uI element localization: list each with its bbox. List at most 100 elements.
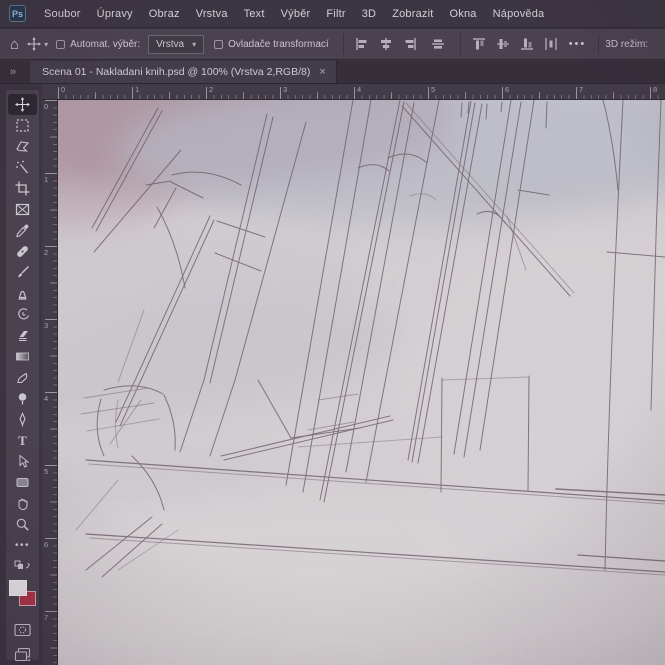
3d-mode-label: 3D režim: <box>605 38 649 50</box>
dodge-tool[interactable] <box>8 388 37 409</box>
smudge-icon <box>17 372 28 384</box>
eyedropper-tool[interactable] <box>8 220 37 241</box>
vertical-ruler[interactable]: 0 1 2 3 4 5 6 7 <box>42 100 58 665</box>
eraser-icon <box>19 331 28 342</box>
marquee-icon <box>16 119 29 132</box>
history-brush-icon <box>18 308 30 320</box>
hand-icon <box>18 498 28 511</box>
auto-select-label: Automat. výběr: <box>70 38 141 50</box>
menu-3d[interactable]: 3D <box>354 8 384 20</box>
type-tool[interactable]: T <box>8 430 37 451</box>
horizontal-ruler[interactable]: 0 1 2 3 4 5 6 7 8 <box>42 84 665 100</box>
photoshop-logo-icon[interactable]: Ps <box>9 5 26 22</box>
distribute-middle-icon[interactable] <box>495 36 511 52</box>
auto-select-checkbox[interactable] <box>56 39 66 49</box>
color-swatches[interactable] <box>8 579 37 613</box>
divider <box>598 34 600 54</box>
history-brush-tool[interactable] <box>8 304 37 325</box>
path-selection-tool[interactable] <box>8 451 37 472</box>
panel-expand-icon[interactable]: » <box>10 66 16 78</box>
screen-mode-button[interactable] <box>8 644 37 665</box>
align-top-icon[interactable] <box>471 36 487 52</box>
move-icon <box>27 37 42 51</box>
pen-icon <box>19 412 26 427</box>
divider <box>459 34 461 54</box>
distribute-horizontal-icon[interactable] <box>543 36 559 52</box>
tools-panel: T ••• <box>0 84 42 665</box>
menu-obraz[interactable]: Obraz <box>141 8 188 20</box>
transform-controls-checkbox[interactable] <box>214 39 224 49</box>
gradient-icon <box>16 352 29 361</box>
menu-filtr[interactable]: Filtr <box>318 8 353 20</box>
menu-zobrazit[interactable]: Zobrazit <box>384 8 441 20</box>
gradient-tool[interactable] <box>8 346 37 367</box>
ruler-number: 1 <box>135 85 140 94</box>
menu-napoveda[interactable]: Nápověda <box>485 8 553 20</box>
swap-colors-icon <box>14 560 30 569</box>
document-tab-bar: » Scena 01 - Nakladani knih.psd @ 100% (… <box>0 61 665 84</box>
current-tool-preset[interactable]: ▾ <box>27 37 48 51</box>
more-align-options-icon[interactable]: ••• <box>569 38 587 50</box>
type-icon: T <box>18 432 27 448</box>
menu-text[interactable]: Text <box>236 8 273 20</box>
swap-colors-button[interactable] <box>8 556 37 577</box>
rectangular-marquee-tool[interactable] <box>8 115 37 136</box>
dodge-icon <box>18 393 27 405</box>
menu-soubor[interactable]: Soubor <box>36 8 89 20</box>
ruler-number: 7 <box>44 613 49 622</box>
auto-select-scope-dropdown[interactable]: Vrstva ▾ <box>148 34 205 54</box>
brush-icon <box>18 266 29 278</box>
canvas-sketch <box>58 100 665 665</box>
ruler-number: 5 <box>44 467 49 476</box>
foreground-color-swatch[interactable] <box>9 580 27 596</box>
shape-tool[interactable] <box>8 472 37 493</box>
menu-okna[interactable]: Okna <box>442 8 485 20</box>
ruler-number: 8 <box>653 85 658 94</box>
move-tool[interactable] <box>8 94 37 115</box>
pen-tool[interactable] <box>8 409 37 430</box>
screen-mode-icon <box>14 647 31 662</box>
ruler-number: 2 <box>44 248 49 257</box>
selection-arrow-icon <box>19 454 30 468</box>
document-canvas[interactable] <box>58 100 665 665</box>
clone-stamp-icon <box>18 290 27 300</box>
ruler-number: 7 <box>579 85 584 94</box>
align-bottom-icon[interactable] <box>519 36 535 52</box>
ruler-number: 3 <box>44 321 49 330</box>
align-center-horizontal-icon[interactable] <box>430 36 446 52</box>
clone-stamp-tool[interactable] <box>8 283 37 304</box>
close-icon[interactable]: × <box>319 66 325 78</box>
align-right-icon[interactable] <box>402 36 418 52</box>
hand-tool[interactable] <box>8 493 37 514</box>
ruler-number: 4 <box>357 85 362 94</box>
chevron-down-icon: ▾ <box>192 39 197 49</box>
crop-tool[interactable] <box>8 178 37 199</box>
menu-vrstva[interactable]: Vrstva <box>188 8 236 20</box>
align-left-icon[interactable] <box>354 36 370 52</box>
document-tab[interactable]: Scena 01 - Nakladani knih.psd @ 100% (Vr… <box>30 61 337 83</box>
align-center-vertical-icon[interactable] <box>378 36 394 52</box>
brush-tool[interactable] <box>8 262 37 283</box>
smudge-tool[interactable] <box>8 367 37 388</box>
spot-healing-brush-tool[interactable] <box>8 241 37 262</box>
menu-upravy[interactable]: Úpravy <box>89 8 141 20</box>
dropdown-value: Vrstva <box>156 38 185 50</box>
options-bar: ⌂ ▾ Automat. výběr: Vrstva ▾ Ovladače tr… <box>0 29 665 60</box>
zoom-tool[interactable] <box>8 514 37 535</box>
lasso-tool[interactable] <box>8 136 37 157</box>
ellipsis-icon: ••• <box>14 540 30 551</box>
eraser-tool[interactable] <box>8 325 37 346</box>
frame-tool[interactable] <box>8 199 37 220</box>
magnifier-icon <box>16 518 29 531</box>
move-icon <box>15 97 30 112</box>
quick-mask-icon <box>14 623 31 636</box>
more-tools-button[interactable]: ••• <box>8 535 37 556</box>
lasso-icon <box>16 141 30 152</box>
ruler-number: 4 <box>44 394 49 403</box>
menu-vyber[interactable]: Výběr <box>273 8 319 20</box>
quick-mask-button[interactable] <box>8 619 37 640</box>
home-icon[interactable]: ⌂ <box>10 36 19 53</box>
eyedropper-icon <box>16 224 29 238</box>
magic-wand-tool[interactable] <box>8 157 37 178</box>
ruler-number: 0 <box>61 85 66 94</box>
